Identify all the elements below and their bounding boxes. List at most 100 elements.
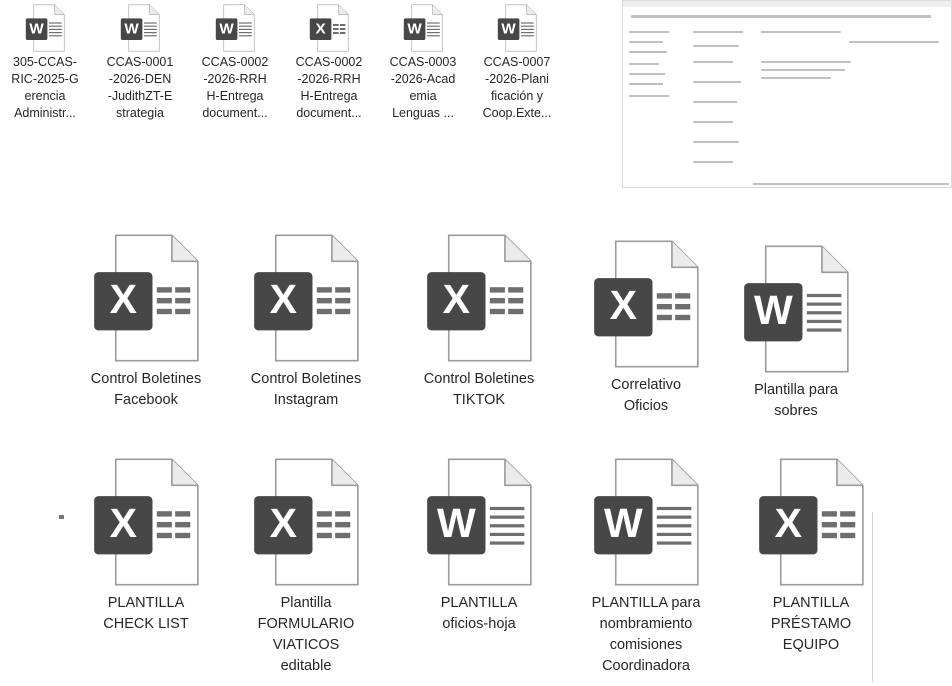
file-name-line: CCAS-0002 xyxy=(201,55,269,69)
file-item[interactable]: X CCAS-0002 -2026-RRH H-Entrega document... xyxy=(286,4,372,122)
file-name-line: Oficios xyxy=(623,398,669,414)
cell-line xyxy=(316,522,332,528)
text-line xyxy=(144,32,157,34)
file-item[interactable]: W 305-CCAS- RIC-2025-G erencia Administr... xyxy=(2,4,88,122)
app-letter: W xyxy=(29,21,44,38)
cell-line xyxy=(316,298,332,304)
app-letter: X xyxy=(110,500,137,546)
file-name-line: PRÉSTAMO xyxy=(770,616,852,632)
excel-file-icon: X xyxy=(94,234,199,362)
preview-line xyxy=(693,141,739,143)
file-name-line: -2026-RRH xyxy=(203,72,267,86)
app-letter: W xyxy=(219,21,234,38)
preview-line xyxy=(629,41,663,43)
file-item[interactable]: X Control Boletines Facebook xyxy=(76,233,216,411)
file-item[interactable]: X Control Boletines TIKTOK xyxy=(409,233,549,411)
file-name-line: Coordinadora xyxy=(602,658,690,674)
text-line xyxy=(489,524,525,528)
file-item[interactable]: W CCAS-0002 -2026-RRH H-Entrega document... xyxy=(192,4,278,122)
app-letter: W xyxy=(407,21,422,38)
preview-line xyxy=(629,73,665,75)
cell-line xyxy=(156,532,172,539)
file-name-line: CCAS-0002 xyxy=(295,55,363,69)
text-line xyxy=(521,35,534,37)
file-item[interactable]: W CCAS-0007 -2026-Plani ficación y Coop.Exte… xyxy=(474,4,560,122)
app-letter: X xyxy=(316,21,326,38)
app-letter: X xyxy=(775,500,802,546)
file-icon: X xyxy=(309,4,349,52)
file-name-line: PLANTILLA para xyxy=(591,595,701,611)
cell-line xyxy=(821,522,837,528)
file-name-line: sobres xyxy=(774,403,818,419)
text-line xyxy=(427,35,440,37)
preview-toolbar xyxy=(623,1,951,7)
file-item[interactable]: X Plantilla FORMULARIO VIATICOS editable xyxy=(236,457,376,677)
file-icon: W xyxy=(742,244,850,374)
cell-line xyxy=(333,28,339,30)
file-item[interactable]: W CCAS-0003 -2026-Acad emia Lenguas ... xyxy=(380,4,466,122)
file-name-line: Plantilla xyxy=(280,595,332,611)
word-file-icon: W xyxy=(497,4,537,52)
text-line xyxy=(427,22,440,24)
cell-line xyxy=(175,298,191,304)
file-name-line: Coop.Exte... xyxy=(482,106,552,120)
file-name-line: emia xyxy=(409,89,437,103)
cell-line xyxy=(335,532,351,539)
text-line xyxy=(806,302,842,306)
app-letter: X xyxy=(110,276,137,322)
file-icon: W xyxy=(592,457,700,587)
file-item[interactable]: W PLANTILLA oficios-hoja xyxy=(409,457,549,635)
file-name-line: oficios-hoja xyxy=(442,616,516,632)
preview-line xyxy=(693,81,741,83)
document-preview-thumbnail[interactable] xyxy=(622,0,952,188)
stray-mark xyxy=(59,515,64,519)
cell-line xyxy=(156,308,172,315)
cell-line xyxy=(333,32,339,34)
text-line xyxy=(806,311,842,315)
app-letter: X xyxy=(443,276,470,322)
cell-line xyxy=(508,308,524,315)
cell-line xyxy=(840,522,856,528)
file-name-line: VIATICOS xyxy=(272,637,340,653)
file-name: CCAS-0002 -2026-RRH H-Entrega document... xyxy=(286,54,372,122)
file-item[interactable]: X Correlativo Oficios xyxy=(576,239,716,417)
file-item[interactable]: W PLANTILLA para nombramiento comisiones Coo… xyxy=(576,457,716,677)
preview-line xyxy=(693,161,733,163)
cell-line xyxy=(316,511,332,517)
file-name-line: Administr... xyxy=(14,106,76,120)
cell-line xyxy=(175,532,191,539)
cell-line xyxy=(339,24,346,26)
file-item[interactable]: X Control Boletines Instagram xyxy=(236,233,376,411)
text-line xyxy=(521,32,534,34)
text-line xyxy=(427,25,440,27)
app-letter: W xyxy=(124,21,139,38)
text-line xyxy=(489,532,525,537)
cell-line xyxy=(175,287,191,293)
app-letter: W xyxy=(604,500,643,546)
file-name-line: Control Boletines xyxy=(423,371,535,387)
file-name-line: RIC-2025-G xyxy=(11,72,79,86)
text-line xyxy=(489,506,525,511)
preview-line xyxy=(629,95,669,97)
file-item[interactable]: X PLANTILLA PRÉSTAMO EQUIPO xyxy=(741,457,881,656)
preview-line xyxy=(753,183,949,185)
file-name-line: -2026-RRH xyxy=(297,72,361,86)
file-icon: W xyxy=(120,4,160,52)
excel-file-icon: X xyxy=(427,234,532,362)
text-line xyxy=(521,28,534,30)
cell-line xyxy=(508,287,524,293)
word-file-icon: W xyxy=(25,4,65,52)
file-item[interactable]: W CCAS-0001 -2026-DEN -JudithZT-E strategia xyxy=(97,4,183,122)
cell-line xyxy=(840,511,856,517)
file-item[interactable]: X PLANTILLA CHECK LIST xyxy=(76,457,216,635)
text-line xyxy=(521,22,534,24)
word-file-icon: W xyxy=(594,458,699,586)
file-name: Plantilla FORMULARIO VIATICOS editable xyxy=(236,593,376,677)
file-name-line: ficación y xyxy=(490,89,544,103)
text-line xyxy=(239,28,252,30)
text-line xyxy=(656,506,692,511)
file-name-line: comisiones xyxy=(609,637,683,653)
file-item[interactable]: W Plantilla para sobres xyxy=(726,244,866,422)
preview-line xyxy=(693,31,743,33)
cell-line xyxy=(333,24,339,26)
